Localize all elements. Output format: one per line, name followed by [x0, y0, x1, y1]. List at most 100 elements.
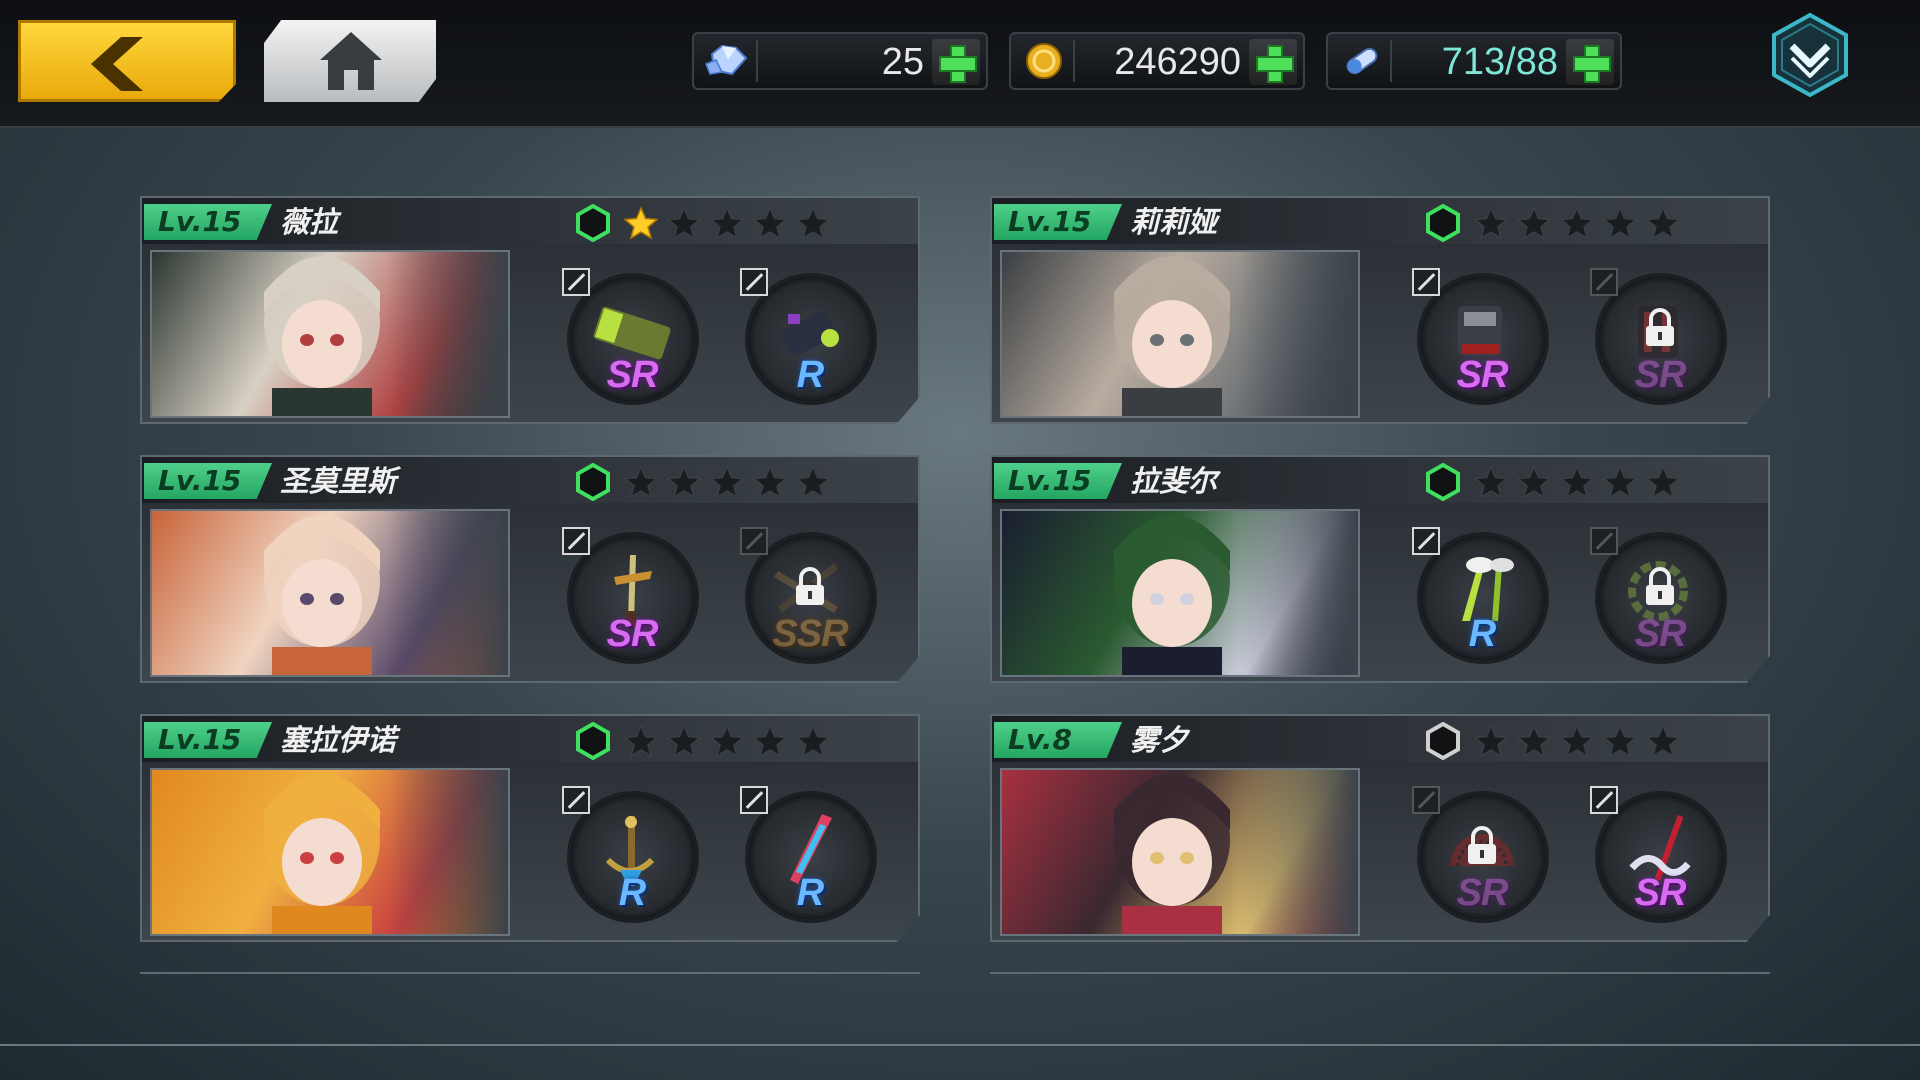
edit-equipment-icon[interactable]	[1590, 786, 1618, 814]
level-badge: Lv.15	[994, 463, 1122, 499]
star-empty-icon	[710, 465, 744, 499]
equipment-slot[interactable]: SR	[1590, 527, 1730, 667]
character-card[interactable]: Lv.15 莉莉娅 SR SR	[990, 196, 1770, 424]
star-empty-icon	[753, 206, 787, 240]
equipment-slot[interactable]: R	[740, 786, 880, 926]
star-empty-icon	[1560, 724, 1594, 758]
gold-count: 246290	[1114, 41, 1241, 83]
awakening-hex-icon	[1426, 204, 1460, 242]
edit-equipment-icon[interactable]	[1412, 527, 1440, 555]
lock-icon	[1468, 826, 1496, 864]
rarity-label: SR	[606, 613, 659, 655]
edit-equipment-icon[interactable]	[740, 268, 768, 296]
star-empty-icon	[1517, 724, 1551, 758]
equipment-slot[interactable]: R	[740, 268, 880, 408]
edit-equipment-icon[interactable]	[562, 527, 590, 555]
edit-equipment-icon[interactable]	[740, 527, 768, 555]
rarity-label: SR	[1634, 613, 1687, 655]
dropdown-menu-icon[interactable]	[1770, 12, 1850, 98]
back-arrow-icon	[91, 37, 143, 91]
stamina-capsule-icon	[1346, 47, 1378, 75]
rarity-label: SR	[606, 354, 659, 396]
equipment-slot[interactable]: SR	[562, 268, 702, 408]
character-card[interactable]: Lv.15 拉斐尔 R SR	[990, 455, 1770, 683]
rarity-label: R	[1468, 613, 1496, 655]
character-portrait	[1000, 250, 1360, 418]
star-empty-icon	[624, 465, 658, 499]
star-empty-icon	[1560, 206, 1594, 240]
awakening-hex-icon	[576, 204, 610, 242]
gems-count: 25	[881, 41, 924, 83]
edit-equipment-icon[interactable]	[1590, 268, 1618, 296]
add-gems-button[interactable]	[932, 39, 980, 85]
portrait-art	[1114, 256, 1230, 416]
character-card[interactable]: Lv.8 雾夕 SR SR	[990, 714, 1770, 942]
star-empty-icon	[1646, 206, 1680, 240]
portrait-art	[264, 256, 380, 416]
star-rating	[1474, 206, 1680, 240]
star-empty-icon	[1517, 206, 1551, 240]
star-empty-icon	[710, 724, 744, 758]
lock-icon	[1646, 308, 1674, 346]
level-badge: Lv.15	[994, 204, 1122, 240]
star-empty-icon	[1603, 206, 1637, 240]
divider	[140, 972, 920, 974]
equipment-slot[interactable]: SR	[1590, 786, 1730, 926]
equipment-slot[interactable]: SR	[1590, 268, 1730, 408]
star-empty-icon	[667, 206, 701, 240]
divider	[1390, 40, 1392, 82]
equipment-slot[interactable]: SR	[562, 527, 702, 667]
character-name: 薇拉	[280, 205, 339, 239]
equipment-slot[interactable]: SSR	[740, 527, 880, 667]
rarity-label: SR	[1456, 872, 1509, 914]
equipment-slot[interactable]: R	[1412, 527, 1552, 667]
equipment-slot[interactable]: R	[562, 786, 702, 926]
gold-resource: 246290	[1009, 32, 1305, 90]
add-stamina-button[interactable]	[1566, 39, 1614, 85]
level-badge: Lv.15	[144, 204, 272, 240]
home-button[interactable]	[264, 20, 436, 102]
star-empty-icon	[1603, 724, 1637, 758]
rarity-label: SSR	[772, 613, 848, 655]
edit-equipment-icon[interactable]	[1412, 786, 1440, 814]
equipment-slot[interactable]: SR	[1412, 786, 1552, 926]
awakening-hex-icon	[576, 463, 610, 501]
character-name: 莉莉娅	[1130, 205, 1218, 239]
character-portrait	[1000, 768, 1360, 936]
character-card[interactable]: Lv.15 薇拉 SR R	[140, 196, 920, 424]
character-portrait	[150, 509, 510, 677]
character-name: 塞拉伊诺	[280, 723, 397, 757]
edit-equipment-icon[interactable]	[562, 786, 590, 814]
lock-icon	[796, 567, 824, 605]
back-button[interactable]	[18, 20, 236, 102]
divider	[756, 40, 758, 82]
awakening-hex-icon	[1426, 463, 1460, 501]
star-empty-icon	[753, 724, 787, 758]
card-header: Lv.15 圣莫里斯	[142, 457, 918, 503]
card-header: Lv.8 雾夕	[992, 716, 1768, 762]
equipment-slot[interactable]: SR	[1412, 268, 1552, 408]
star-empty-icon	[667, 465, 701, 499]
edit-equipment-icon[interactable]	[1590, 527, 1618, 555]
star-empty-icon	[1646, 724, 1680, 758]
star-empty-icon	[796, 465, 830, 499]
edit-equipment-icon[interactable]	[1412, 268, 1440, 296]
awakening-hex-icon	[1426, 722, 1460, 760]
rarity-label: R	[796, 872, 824, 914]
star-filled-icon	[624, 206, 658, 240]
rarity-label: R	[618, 872, 646, 914]
card-header: Lv.15 莉莉娅	[992, 198, 1768, 244]
edit-equipment-icon[interactable]	[740, 786, 768, 814]
level-badge: Lv.8	[994, 722, 1122, 758]
character-card[interactable]: Lv.15 塞拉伊诺 R R	[140, 714, 920, 942]
add-gold-button[interactable]	[1249, 39, 1297, 85]
portrait-art	[1114, 515, 1230, 675]
divider	[990, 972, 1770, 974]
character-card[interactable]: Lv.15 圣莫里斯 SR SSR	[140, 455, 920, 683]
character-name: 圣莫里斯	[280, 464, 397, 498]
edit-equipment-icon[interactable]	[562, 268, 590, 296]
star-empty-icon	[753, 465, 787, 499]
level-badge: Lv.15	[144, 463, 272, 499]
star-empty-icon	[1474, 465, 1508, 499]
gold-coin-icon	[1026, 43, 1062, 79]
